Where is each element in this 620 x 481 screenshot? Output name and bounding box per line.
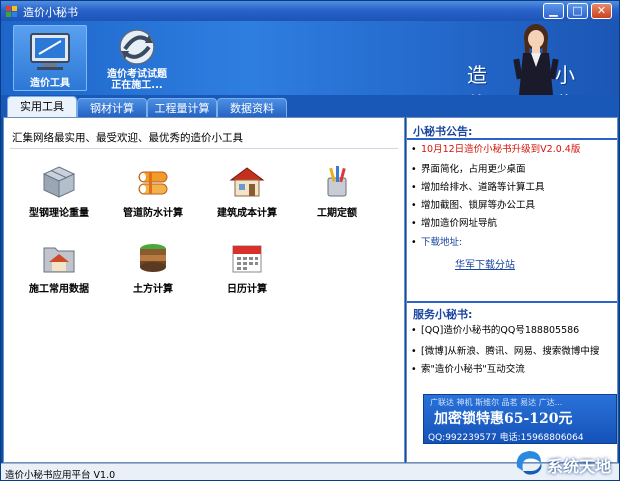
status-text: 造价小秘书应用平台 V1.0: [5, 470, 116, 481]
tools-panel: 汇集网络最实用、最受欢迎、最优秀的造价小工具 型钢理论重量 管道防水计算 建筑成…: [3, 117, 405, 463]
promo-contact: QQ:992239577 电话:15968806064: [428, 433, 584, 443]
promo-brands: 广联达 神机 斯维尔 品茗 易达 广达...: [430, 398, 563, 407]
tool-construction-data[interactable]: 施工常用数据: [14, 240, 104, 310]
tool-earthwork[interactable]: 土方计算: [108, 240, 198, 310]
globe-arrows-icon: [119, 29, 155, 65]
folder-icon: [43, 247, 75, 273]
header-banner: 造价工具 造价考试试题 正在施工... 造价 小秘书: [1, 21, 619, 145]
calendar-icon: [232, 245, 262, 273]
notice-title: 小秘书公告:: [413, 125, 473, 138]
tool-calendar-label: 日历计算: [227, 284, 267, 295]
tool-calendar[interactable]: 日历计算: [202, 240, 292, 310]
service-item-qq: [QQ]造价小秘书的QQ号188805586: [411, 323, 579, 339]
soil-layers-icon: [140, 244, 166, 272]
maximize-icon: □: [572, 4, 583, 17]
download-link[interactable]: 华军下载分站: [455, 256, 515, 271]
tool-building-cost[interactable]: 建筑成本计算: [202, 164, 292, 234]
nav-exam-label: 造价考试试题 正在施工...: [97, 69, 177, 91]
tab-bar: 实用工具 钢材计算 工程量计算 数据资料: [1, 95, 619, 117]
close-icon: ✕: [596, 4, 607, 17]
tool-steel-weight[interactable]: 型钢理论重量: [14, 164, 104, 234]
watermark-logo-icon: [516, 451, 542, 475]
service-item-weibo-cont: 索"造价小秘书"互动交流: [411, 362, 525, 378]
tool-steel-weight-label: 型钢理论重量: [29, 208, 89, 219]
maximize-button[interactable]: □: [567, 3, 588, 19]
close-button[interactable]: ✕: [591, 3, 612, 19]
service-title: 服务小秘书:: [413, 308, 473, 321]
tool-schedule-quota[interactable]: 工期定额: [292, 164, 382, 234]
tool-pipe-waterproof-label: 管道防水计算: [123, 208, 183, 219]
notice-item-office: 增加截图、锁屏等办公工具: [411, 198, 535, 214]
pencil-cup-icon: [327, 166, 347, 197]
notice-item-tools: 增加给排水、道路等计算工具: [411, 180, 544, 196]
tab-steel-calc[interactable]: 钢材计算: [77, 98, 147, 117]
tab-practical-tools[interactable]: 实用工具: [7, 96, 77, 117]
house-icon: [229, 167, 265, 197]
notice-item-ui: 界面简化，占用更少桌面: [411, 162, 525, 178]
nav-exam-line2: 正在施工...: [111, 80, 163, 91]
mascot-girl-image: [513, 24, 559, 95]
service-divider-top: [407, 301, 617, 303]
tab-quantity-calc[interactable]: 工程量计算: [147, 98, 217, 117]
minimize-icon: ▁: [549, 4, 558, 17]
panel-slogan: 汇集网络最实用、最受欢迎、最优秀的造价小工具: [12, 132, 243, 144]
app-logo-icon: [6, 6, 17, 17]
service-item-weibo: [微博]从新浪、腾讯、网易、搜索微博中搜: [411, 344, 599, 360]
tool-earthwork-label: 土方计算: [133, 284, 173, 295]
nav-exam-questions[interactable]: 造价考试试题 正在施工...: [97, 25, 177, 91]
app-window: 造价小秘书 ▁ □ ✕ 造价工具 造价考试试题 正在施工... 造 小 实用工具…: [0, 0, 620, 481]
tool-schedule-quota-label: 工期定额: [317, 208, 357, 219]
promo-headline: 加密锁特惠65-120元: [434, 411, 573, 427]
tool-pipe-waterproof[interactable]: 管道防水计算: [108, 164, 198, 234]
title-bar[interactable]: 造价小秘书 ▁ □ ✕: [1, 1, 619, 21]
notice-item-nav: 增加造价网址导航: [411, 216, 497, 232]
watermark-text: 系统天地: [547, 457, 612, 476]
window-title: 造价小秘书: [23, 6, 78, 19]
notice-divider: [407, 138, 617, 140]
nav-cost-tools[interactable]: 造价工具: [13, 25, 87, 91]
monitor-icon: [30, 33, 70, 70]
steel-box-icon: [42, 166, 76, 198]
tool-construction-data-label: 施工常用数据: [29, 284, 89, 295]
tool-building-cost-label: 建筑成本计算: [217, 208, 277, 219]
tab-data-reference[interactable]: 数据资料: [217, 98, 287, 117]
info-sidebar: 小秘书公告: 10月12日造价小秘书升级到V2.0.4版 界面简化，占用更少桌面…: [406, 117, 618, 463]
nav-cost-tools-label: 造价工具: [30, 78, 70, 89]
notice-item-download: 下载地址:: [411, 235, 462, 251]
pipe-icon: [138, 171, 168, 195]
nav-exam-line1: 造价考试试题: [107, 69, 167, 80]
promo-banner[interactable]: 广联达 神机 斯维尔 品茗 易达 广达... 加密锁特惠65-120元 QQ:9…: [423, 394, 617, 444]
notice-item-version: 10月12日造价小秘书升级到V2.0.4版: [411, 142, 580, 158]
slogan-divider: [10, 148, 398, 149]
minimize-button[interactable]: ▁: [543, 3, 564, 19]
